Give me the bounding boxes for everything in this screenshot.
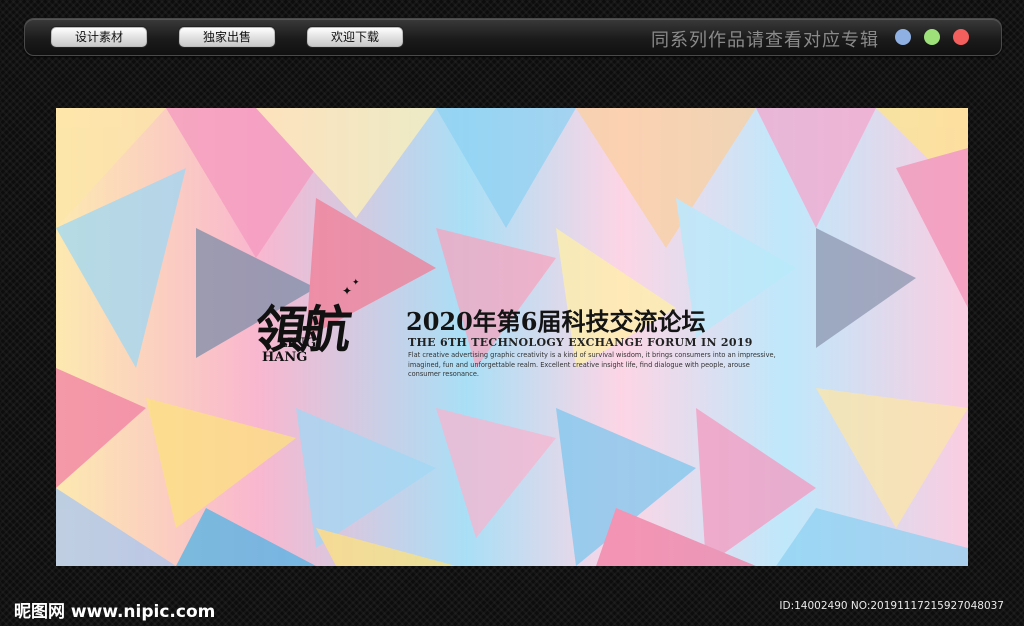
forum-banner: 領航 ✦ ✦ LING HANG 2020年第6届科技交流论坛 THE 6TH …: [56, 108, 968, 566]
small-sparkle-icon: ✦: [352, 278, 360, 288]
linghang-logo: 領航 ✦ ✦ LING HANG: [251, 278, 406, 386]
logo-english-line1: LING: [278, 336, 317, 351]
exclusive-sale-button[interactable]: 独家出售: [179, 27, 275, 47]
red-dot-button[interactable]: [953, 29, 969, 45]
nipic-watermark-logo: 昵图网 www.nipic.com: [14, 602, 216, 622]
forum-title: 2020年第6届科技交流论坛: [406, 307, 706, 336]
forum-subtitle: THE 6TH TECHNOLOGY EXCHANGE FORUM IN 201…: [408, 336, 753, 349]
green-dot-button[interactable]: [924, 29, 940, 45]
series-tagline: 同系列作品请查看对应专辑: [651, 30, 879, 51]
blue-dot-button[interactable]: [895, 29, 911, 45]
welcome-download-button[interactable]: 欢迎下载: [307, 27, 403, 47]
top-toolbar: 设计素材 独家出售 欢迎下载 同系列作品请查看对应专辑: [24, 18, 1002, 56]
forum-description: Flat creative advertising graphic creati…: [408, 351, 776, 378]
design-material-button[interactable]: 设计素材: [51, 27, 147, 47]
image-id-watermark: ID:14002490 NO:20191117215927048037: [779, 600, 1004, 612]
logo-english-line2: HANG: [262, 350, 308, 365]
sparkle-icon: ✦: [342, 284, 353, 298]
